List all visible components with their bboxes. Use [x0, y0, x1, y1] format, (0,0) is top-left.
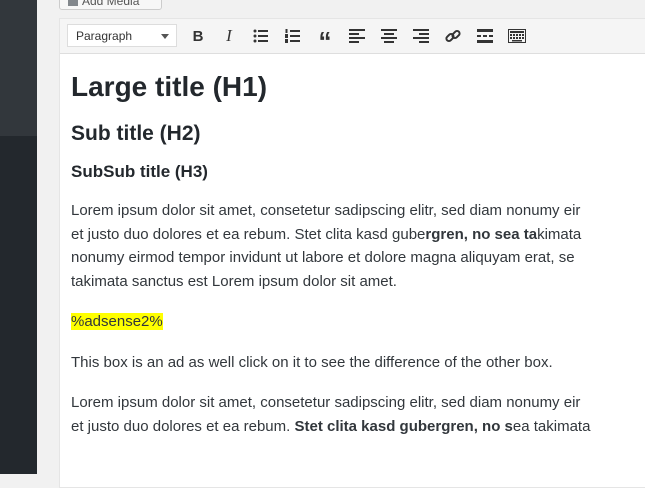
paragraph-line: Lorem ipsum dolor sit amet, consetetur s…	[71, 202, 581, 219]
align-center-button[interactable]	[376, 24, 402, 48]
add-media-label: Add Media	[82, 0, 140, 8]
heading-h1: Large title (H1)	[71, 71, 268, 102]
insert-link-button[interactable]	[440, 24, 466, 48]
read-more-button[interactable]	[472, 24, 498, 48]
link-icon	[445, 29, 461, 43]
admin-sidebar	[0, 0, 37, 474]
italic-icon: I	[226, 26, 232, 45]
note-paragraph: This box is an ad as well click on it to…	[71, 353, 553, 371]
bulleted-list-button[interactable]	[248, 24, 274, 48]
numbered-list-icon	[285, 29, 300, 43]
italic-button[interactable]: I	[216, 24, 242, 48]
align-right-icon	[413, 29, 429, 43]
paragraph-text: ea takimata	[512, 417, 591, 435]
paragraph-text: et justo duo dolores et ea rebum.	[71, 417, 295, 435]
align-right-button[interactable]	[408, 24, 434, 48]
admin-sidebar-active-area	[0, 0, 37, 136]
paragraph-text: kimata	[537, 225, 582, 243]
align-left-button[interactable]	[344, 24, 370, 48]
bulleted-list-icon	[253, 29, 268, 43]
lorem-paragraph-2: Lorem ipsum dolor sit amet, consetetur s…	[71, 391, 645, 438]
blockquote-button[interactable]: “	[312, 24, 338, 56]
blockquote-icon: “	[318, 26, 332, 56]
bold-text: rgren, no sea ta	[425, 225, 538, 243]
paragraph-line: Lorem ipsum dolor sit amet, consetetur s…	[71, 394, 581, 411]
editor-content[interactable]: Large title (H1) Sub title (H2) SubSub t…	[71, 71, 645, 438]
add-media-button[interactable]: Add Media	[59, 0, 162, 10]
adsense-shortcode: %adsense2%	[71, 313, 163, 330]
numbered-list-button[interactable]	[280, 24, 306, 48]
toolbar-toggle-button[interactable]	[504, 24, 530, 48]
heading-h3: SubSub title (H3)	[71, 162, 208, 181]
paragraph-line: et justo duo dolores et ea rebum. Stet c…	[71, 415, 645, 439]
chevron-down-icon	[161, 34, 169, 39]
ad-shortcode-paragraph: %adsense2%	[71, 310, 645, 334]
paragraph-line: nonumy eirmod tempor invidunt ut labore …	[71, 249, 575, 266]
format-select[interactable]: Paragraph	[67, 24, 177, 47]
lorem-paragraph-1: Lorem ipsum dolor sit amet, consetetur s…	[71, 199, 645, 293]
heading-h2: Sub title (H2)	[71, 122, 201, 145]
bold-button[interactable]: B	[185, 24, 211, 48]
bold-icon: B	[192, 27, 204, 45]
paragraph-line: takimata sanctus est Lorem ipsum dolor s…	[71, 272, 397, 290]
align-center-icon	[381, 29, 397, 43]
keyboard-icon	[508, 29, 526, 43]
align-left-icon	[349, 29, 365, 43]
media-icon	[68, 0, 78, 6]
editor-frame: Paragraph B I “ Large title (H1) Sub tit…	[59, 18, 645, 488]
read-more-icon	[477, 29, 493, 43]
editor-toolbar: Paragraph B I “	[60, 19, 645, 54]
paragraph-text: et justo duo dolores et ea rebum. Stet c…	[71, 225, 426, 243]
format-select-value: Paragraph	[76, 29, 133, 43]
bold-text: Stet clita kasd gubergren, no s	[294, 417, 513, 435]
paragraph-line: et justo duo dolores et ea rebum. Stet c…	[71, 223, 645, 247]
